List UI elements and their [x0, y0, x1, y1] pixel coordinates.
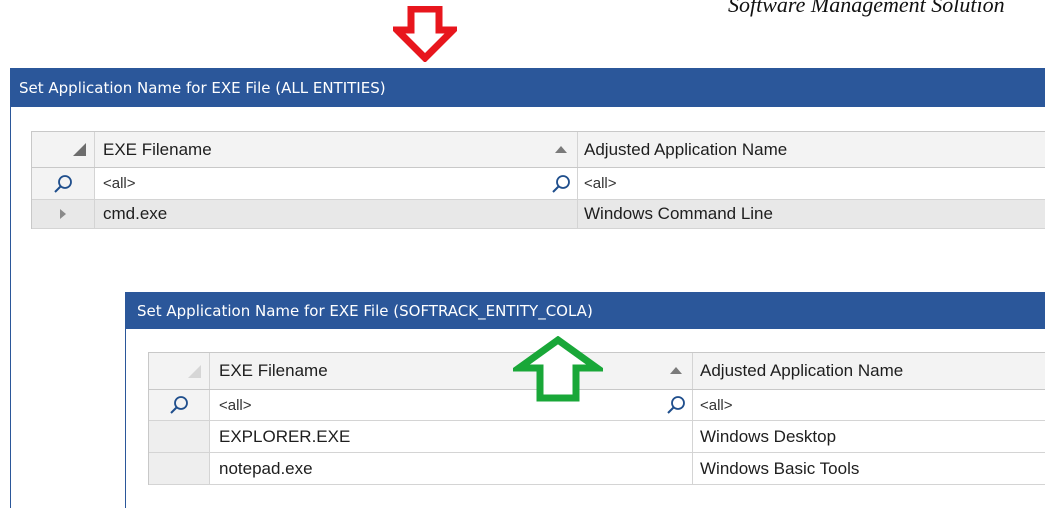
sort-ascending-icon — [670, 367, 682, 374]
row-selector[interactable] — [149, 453, 210, 484]
filter-row-indicator — [149, 390, 210, 420]
exe-name-grid: EXE Filename Adjusted Application Name <… — [31, 131, 1045, 229]
column-header-label: EXE Filename — [103, 139, 212, 159]
table-row[interactable]: notepad.exe Windows Basic Tools — [149, 453, 1045, 485]
column-header-exe-filename[interactable]: EXE Filename — [95, 132, 578, 167]
magnifier-icon — [170, 396, 188, 414]
column-header-label: EXE Filename — [219, 361, 328, 380]
column-header-label: Adjusted Application Name — [700, 361, 904, 380]
document-header-text: Software Management Solution — [728, 0, 1005, 17]
cell-adjusted-application-name[interactable]: Windows Basic Tools — [693, 453, 1045, 484]
magnifier-icon — [551, 174, 571, 199]
cell-adjusted-application-name[interactable]: Windows Desktop — [693, 421, 1045, 452]
select-all-corner[interactable] — [149, 353, 210, 389]
grid-header-row: EXE Filename Adjusted Application Name — [32, 132, 1045, 168]
grid-filter-row: <all> <all> — [32, 168, 1045, 200]
magnifier-icon — [54, 174, 72, 193]
magnifier-icon — [666, 395, 686, 420]
row-selector[interactable] — [149, 421, 210, 452]
filter-cell-adjusted-application-name[interactable]: <all> — [693, 390, 1045, 420]
filter-value: <all> — [700, 396, 733, 414]
column-header-adjusted-application-name[interactable]: Adjusted Application Name — [578, 132, 1045, 167]
current-row-indicator-icon — [60, 209, 66, 219]
filter-cell-adjusted-application-name[interactable]: <all> — [578, 168, 1045, 199]
screenshot-page: Software Management Solution Set Applica… — [0, 0, 1045, 508]
window-title: Set Application Name for EXE File (SOFTR… — [126, 293, 1045, 329]
filter-value: <all> — [103, 175, 136, 192]
filter-value: <all> — [584, 175, 617, 192]
corner-triangle-icon — [73, 143, 86, 156]
corner-triangle-icon — [188, 364, 201, 378]
row-selector[interactable] — [32, 200, 95, 228]
column-header-adjusted-application-name[interactable]: Adjusted Application Name — [693, 353, 1045, 389]
filter-cell-exe-filename[interactable]: <all> — [210, 390, 693, 420]
cell-exe-filename[interactable]: EXPLORER.EXE — [210, 421, 693, 452]
filter-row-indicator — [32, 168, 95, 199]
filter-value: <all> — [219, 396, 252, 414]
window-title: Set Application Name for EXE File (ALL E… — [11, 69, 1045, 107]
cell-exe-filename[interactable]: cmd.exe — [95, 200, 578, 228]
select-all-corner[interactable] — [32, 132, 95, 167]
table-row[interactable]: EXPLORER.EXE Windows Desktop — [149, 421, 1045, 453]
sort-ascending-icon — [555, 145, 567, 153]
table-row[interactable]: cmd.exe Windows Command Line — [32, 200, 1045, 229]
cell-adjusted-application-name[interactable]: Windows Command Line — [578, 200, 1045, 228]
red-down-arrow-icon — [393, 6, 457, 62]
column-header-exe-filename[interactable]: EXE Filename — [210, 353, 693, 389]
green-up-arrow-icon — [513, 336, 603, 402]
filter-cell-exe-filename[interactable]: <all> — [95, 168, 578, 199]
cell-exe-filename[interactable]: notepad.exe — [210, 453, 693, 484]
column-header-label: Adjusted Application Name — [584, 139, 788, 159]
